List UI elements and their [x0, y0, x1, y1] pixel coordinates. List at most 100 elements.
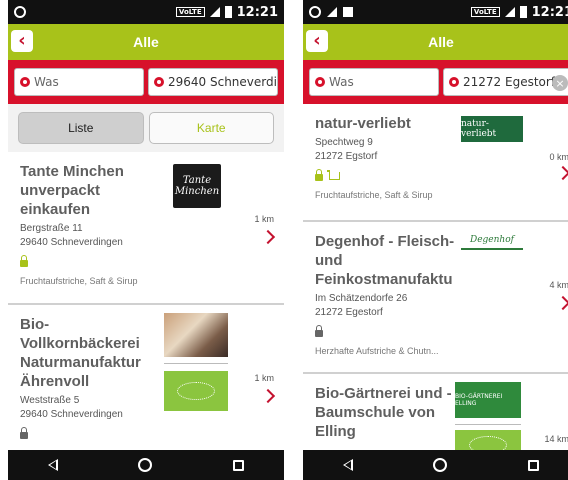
what-search-input[interactable]: Was: [14, 68, 144, 96]
app-header: ‹ Alle: [303, 24, 568, 60]
item-title: Bio-Vollkornbäckerei Naturmanufaktur Ähr…: [20, 316, 141, 390]
what-search-input[interactable]: Was: [309, 68, 439, 96]
nav-recent-icon[interactable]: [232, 459, 244, 471]
where-search-input[interactable]: 29640 Schneverdingen: [148, 68, 278, 96]
item-title: Bio-Gärtnerei und - Baumschule von Ellin…: [315, 385, 452, 440]
vendor-logo: Tante Minchen: [173, 164, 221, 208]
location-pin-icon: [154, 77, 164, 87]
nav-back-icon[interactable]: [48, 459, 59, 471]
where-search-input[interactable]: 21272 Egestorf ×: [443, 68, 568, 96]
item-category: Herzhafte Aufstriche & Chutn...: [315, 346, 439, 356]
image-notification-icon: [343, 7, 353, 17]
nav-back-icon[interactable]: [343, 459, 354, 471]
notification-icon: [14, 6, 26, 18]
page-title: Alle: [428, 34, 454, 50]
where-value: 29640 Schneverdingen: [168, 75, 277, 89]
what-placeholder: Was: [329, 75, 354, 89]
eu-organic-logo: [164, 371, 228, 411]
item-address: Im Schätzendorfe 26 21272 Egestorf: [315, 292, 567, 320]
item-address: Weststraße 5 29640 Schneverdingen: [20, 394, 272, 422]
item-address: Bergstraße 11 29640 Schneverdingen: [20, 222, 272, 250]
list-item[interactable]: Tante Minchen unverpackt einkaufen Bergs…: [8, 152, 284, 305]
app-header: ‹ Alle: [8, 24, 284, 60]
wifi-icon: [327, 7, 337, 17]
logo-text: BIO-GÄRTNEREI ELLING: [455, 393, 503, 407]
item-street: Bergstraße 11: [20, 223, 83, 234]
status-bar: VoLTE 12:21: [303, 0, 568, 24]
item-street: Im Schätzendorfe 26: [315, 293, 408, 304]
volte-badge: VoLTE: [470, 7, 500, 17]
notification-icon: [309, 6, 321, 18]
eu-leaf-icon: [177, 382, 215, 400]
item-distance: 1 km: [254, 214, 274, 224]
nav-home-icon[interactable]: [433, 458, 448, 472]
search-bar: Was 29640 Schneverdingen: [8, 60, 284, 104]
volte-badge: VoLTE: [175, 7, 205, 17]
logo-text: Degenhof: [470, 235, 514, 245]
item-title: Tante Minchen unverpackt einkaufen: [20, 163, 124, 218]
item-distance: 14 km: [544, 434, 568, 444]
battery-icon: [519, 6, 527, 18]
android-nav-bar: [8, 450, 284, 480]
what-placeholder: Was: [34, 75, 59, 89]
android-nav-bar: [303, 450, 568, 480]
status-bar: VoLTE 12:21: [8, 0, 284, 24]
vendor-photo: [164, 313, 228, 357]
phone-screen-left: VoLTE 12:21 ‹ Alle Was 29640 Schneverdin…: [8, 0, 284, 480]
item-icons: [20, 426, 272, 440]
lock-icon: [315, 168, 323, 181]
results-list: natur-verliebt Spechtweg 9 21272 Egstorf…: [303, 104, 568, 480]
back-button[interactable]: ‹: [306, 30, 328, 52]
list-item[interactable]: Bio-Vollkornbäckerei Naturmanufaktur Ähr…: [8, 305, 284, 455]
item-distance: 4 km: [549, 280, 568, 290]
item-distance: 1 km: [254, 373, 274, 383]
clear-icon[interactable]: ×: [552, 75, 568, 91]
location-pin-icon: [449, 77, 459, 87]
item-title: natur-verliebt: [315, 115, 411, 132]
item-street: Spechtweg 9: [315, 137, 373, 148]
item-city: 21272 Egestorf: [315, 307, 383, 318]
page: VoLTE 12:21 ‹ Alle Was 29640 Schneverdin…: [0, 0, 568, 480]
item-address: Spechtweg 9 21272 Egstorf: [315, 136, 567, 164]
item-city: 29640 Schneverdingen: [20, 237, 123, 248]
search-bar: Was 21272 Egestorf ×: [303, 60, 568, 104]
nav-home-icon[interactable]: [138, 458, 153, 472]
item-icons: [315, 168, 567, 182]
status-time: 12:21: [531, 4, 568, 20]
location-pin-icon: [315, 77, 325, 87]
item-icons: [20, 254, 272, 268]
lock-icon: [315, 324, 323, 337]
item-title: Degenhof - Fleisch- und Feinkostmanufakt…: [315, 233, 455, 288]
item-category: Fruchtaufstriche, Saft & Sirup: [20, 276, 138, 286]
battery-icon: [224, 6, 232, 18]
back-button[interactable]: ‹: [11, 30, 33, 52]
cart-icon: [327, 170, 340, 180]
item-city: 29640 Schneverdingen: [20, 409, 123, 420]
phone-screen-right: VoLTE 12:21 ‹ Alle Was 21272 Egestorf ×: [303, 0, 568, 480]
item-distance: 0 km: [549, 152, 568, 162]
map-view-button[interactable]: Karte: [148, 112, 274, 144]
nav-recent-icon[interactable]: [527, 459, 539, 471]
logo-text: Tante Minchen: [174, 175, 220, 197]
vendor-logo: BIO-GÄRTNEREI ELLING: [455, 382, 521, 418]
location-pin-icon: [20, 77, 30, 87]
item-street: Weststraße 5: [20, 395, 80, 406]
page-title: Alle: [133, 34, 159, 50]
list-item[interactable]: Degenhof - Fleisch- und Feinkostmanufakt…: [303, 222, 568, 374]
signal-icon: [209, 7, 220, 17]
vendor-logo: Degenhof: [461, 232, 523, 250]
chevron-left-icon: ‹: [18, 30, 26, 51]
lock-icon: [20, 254, 28, 267]
chevron-left-icon: ‹: [313, 30, 321, 51]
vendor-logo: natur-verliebt: [461, 116, 523, 142]
where-value: 21272 Egestorf: [463, 75, 556, 89]
logo-text: natur-verliebt: [461, 119, 497, 139]
item-city: 21272 Egstorf: [315, 151, 378, 162]
list-item[interactable]: natur-verliebt Spechtweg 9 21272 Egstorf…: [303, 104, 568, 222]
logo-divider: [164, 363, 228, 364]
signal-icon: [504, 7, 515, 17]
logo-divider: [455, 424, 521, 425]
results-list: Tante Minchen unverpackt einkaufen Bergs…: [8, 152, 284, 455]
lock-icon: [20, 426, 28, 439]
list-view-button[interactable]: Liste: [18, 112, 144, 144]
